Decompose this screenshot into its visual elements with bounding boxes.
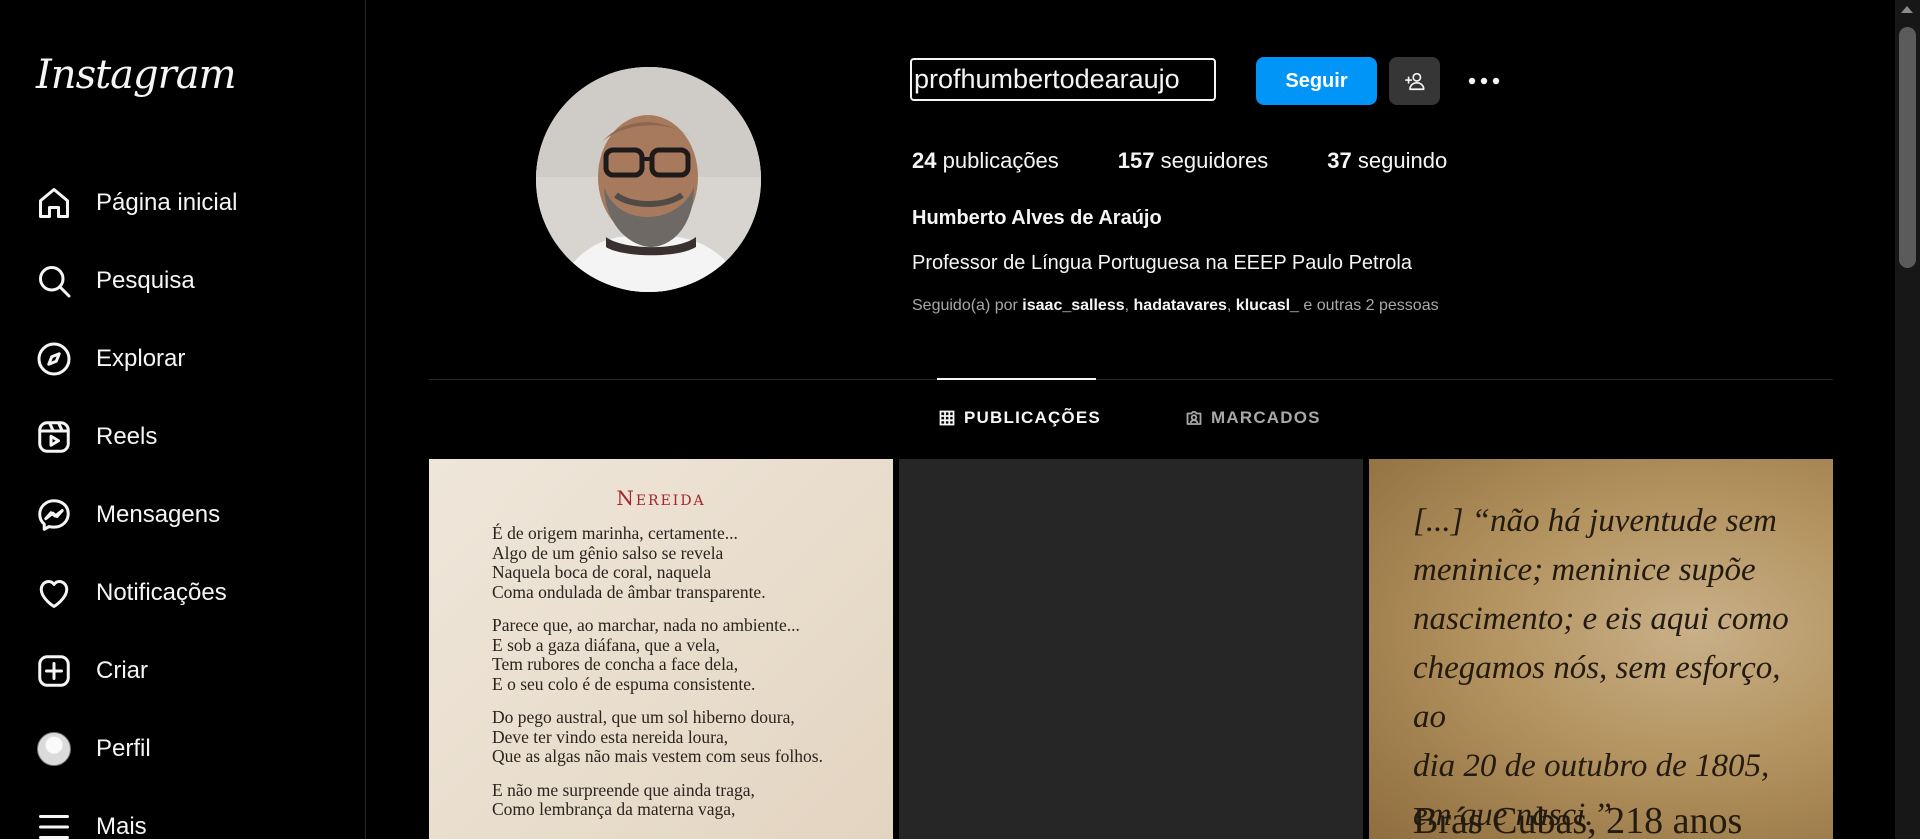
followers-count[interactable]: 157 seguidores [1118, 148, 1268, 174]
stat-label: seguindo [1357, 148, 1448, 173]
ellipsis-icon [1468, 77, 1500, 85]
sidebar-item-more[interactable]: Mais [36, 788, 237, 839]
sidebar-item-messages[interactable]: Mensagens [36, 476, 237, 554]
following-count[interactable]: 37 seguindo [1327, 148, 1447, 174]
poem-line: Naquela boca de coral, naquela [492, 562, 712, 582]
quote-line: dia 20 de outubro de 1805, [1413, 748, 1770, 784]
quote-line: nascimento; e eis aqui como [1413, 601, 1789, 637]
username[interactable]: profhumbertodearaujo [910, 58, 1216, 101]
stat-number: 37 [1327, 148, 1352, 173]
poem-line: E sob a gaza diáfana, que a vela, [492, 634, 720, 655]
post-thumbnail[interactable]: [...] “não há juventude sem meninice; me… [1369, 459, 1833, 839]
compass-icon [36, 341, 72, 377]
poem-line: Como lembrança da materna vaga, [492, 799, 736, 819]
sidebar-item-explore[interactable]: Explorar [36, 320, 237, 398]
sidebar-item-label: Notificações [96, 579, 227, 606]
instagram-logo[interactable]: Instagram [36, 52, 237, 98]
scroll-up-arrow[interactable] [1901, 6, 1913, 13]
follower-link[interactable]: hadatavares [1134, 297, 1227, 314]
poem-line: E o seu colo é de espuma consistente. [492, 673, 756, 694]
stat-number: 157 [1117, 148, 1155, 173]
scrollbar-thumb[interactable] [1899, 27, 1916, 268]
sidebar-item-notifications[interactable]: Notificações [36, 554, 237, 632]
poem-line: Deve ter vindo esta nereida loura, [492, 726, 729, 747]
stat-label: seguidores [1160, 148, 1269, 173]
suggest-similar-button[interactable] [1389, 57, 1440, 105]
poem-line: Parece que, ao marchar, nada no ambiente… [492, 615, 800, 635]
plus-square-icon [36, 653, 72, 689]
sidebar: Instagram Página inicial Pesquisa Explor… [0, 0, 366, 839]
poem-text: É de origem marinha, certamente... Algo … [492, 523, 823, 834]
tab-posts[interactable]: PUBLICAÇÕES [939, 408, 1101, 428]
quote-signature: Brás Cubas, 218 anos [1413, 800, 1743, 839]
profile-picture[interactable] [536, 67, 761, 292]
full-name: Humberto Alves de Araújo [912, 207, 1162, 229]
stat-number: 24 [912, 148, 937, 173]
sidebar-nav: Página inicial Pesquisa Explorar Reels M… [36, 164, 237, 839]
sidebar-item-label: Mais [96, 813, 147, 839]
sidebar-item-search[interactable]: Pesquisa [36, 242, 237, 320]
sidebar-item-label: Mensagens [96, 501, 221, 528]
profile-main: profhumbertodearaujo Seguir 24 publicaçõ… [367, 0, 1895, 839]
sidebar-item-home[interactable]: Página inicial [36, 164, 237, 242]
bio: Professor de Língua Portuguesa na EEEP P… [912, 252, 1412, 274]
poem-line: Coma ondulada de âmbar transparente. [492, 581, 766, 602]
poem-title: Nereida [616, 486, 706, 510]
avatar [36, 731, 72, 767]
sidebar-item-profile[interactable]: Perfil [36, 710, 237, 788]
poem-line: Que as algas não mais vestem com seus fo… [492, 746, 823, 766]
follow-button[interactable]: Seguir [1256, 57, 1377, 105]
quote-line: [...] “não há juventude sem [1413, 503, 1777, 539]
follower-link[interactable]: klucasl_ [1236, 297, 1299, 314]
grid-icon [939, 410, 955, 426]
menu-icon [36, 809, 72, 839]
poem-line: Tem rubores de concha a face dela, [492, 654, 739, 674]
sidebar-item-label: Criar [96, 657, 148, 684]
tab-label: MARCADOS [1211, 408, 1321, 427]
poem-line: Do pego austral, que um sol hiberno dour… [492, 707, 795, 727]
add-person-icon [1404, 72, 1425, 91]
profile-stats: 24 publicações 157 seguidores 37 seguind… [912, 148, 1506, 174]
post-thumbnail[interactable] [899, 459, 1363, 839]
sidebar-item-label: Explorar [96, 345, 186, 372]
active-tab-indicator [937, 378, 1096, 380]
poem-line: E não me surpreende que ainda traga, [492, 779, 755, 800]
quote-line: chegamos nós, sem esforço, ao [1413, 650, 1781, 735]
more-options-button[interactable] [1460, 57, 1508, 105]
messenger-icon [36, 497, 72, 533]
tabs-divider [429, 379, 1833, 380]
posts-count: 24 publicações [912, 148, 1059, 174]
sidebar-item-label: Página inicial [96, 189, 238, 216]
sidebar-item-reels[interactable]: Reels [36, 398, 237, 476]
stat-label: publicações [942, 148, 1059, 173]
posts-grid: Nereida É de origem marinha, certamente.… [429, 459, 1833, 839]
quote-line: meninice; meninice supõe [1413, 552, 1756, 588]
sidebar-item-label: Reels [96, 423, 158, 450]
tab-tagged[interactable]: MARCADOS [1186, 408, 1321, 428]
sidebar-item-label: Pesquisa [96, 267, 195, 294]
reels-icon [36, 419, 72, 455]
follower-link[interactable]: isaac_salless [1022, 297, 1124, 314]
sidebar-item-label: Perfil [96, 735, 151, 762]
tab-label: PUBLICAÇÕES [964, 408, 1101, 427]
followed-by-prefix: Seguido(a) por [912, 297, 1018, 314]
search-icon [36, 263, 72, 299]
home-icon [36, 185, 72, 221]
sidebar-item-create[interactable]: Criar [36, 632, 237, 710]
post-thumbnail[interactable]: Nereida É de origem marinha, certamente.… [429, 459, 893, 839]
quote-text: [...] “não há juventude sem meninice; me… [1413, 497, 1813, 839]
poem-line: É de origem marinha, certamente... [492, 523, 738, 543]
poem-line: Algo de um gênio salso se revela [492, 542, 724, 563]
heart-icon [36, 575, 72, 611]
followed-by[interactable]: Seguido(a) por isaac_salless, hadatavare… [912, 297, 1439, 315]
tagged-icon [1186, 411, 1202, 425]
followed-by-suffix: e outras 2 pessoas [1303, 297, 1439, 314]
